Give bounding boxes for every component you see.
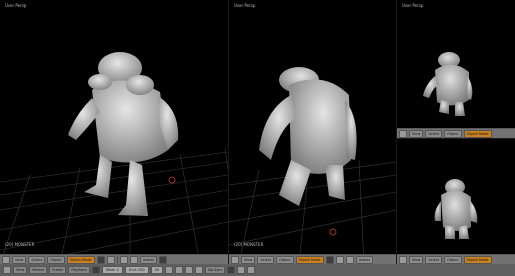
viewport-header: View Select Object Object Mode <box>397 128 515 138</box>
jump-end-icon[interactable] <box>195 266 204 274</box>
mode-selector[interactable]: Object Mode <box>66 255 95 264</box>
editor-type-icon[interactable] <box>399 255 407 264</box>
viewport-bottom-right[interactable]: View Select Object Object Mode <box>397 139 515 264</box>
viewport-top-right[interactable]: User Persp View Select Object Object Mod… <box>397 0 515 138</box>
object-menu[interactable]: Object <box>444 129 462 138</box>
mode-selector[interactable]: Object Mode <box>463 255 492 264</box>
editor-type-icon[interactable] <box>231 255 239 264</box>
keying-set-icon[interactable] <box>227 266 236 274</box>
play-icon[interactable] <box>185 266 194 274</box>
viewport-header: View Select Object Object Mode <box>397 254 515 264</box>
orientation-select[interactable]: Global <box>139 255 157 264</box>
editor-type-icon[interactable] <box>399 129 407 138</box>
active-object-label: (20) MONSTER <box>5 242 35 247</box>
mode-selector[interactable]: Object Mode <box>295 255 324 264</box>
viewport-header: View Select Object Object Mode Global <box>229 254 396 264</box>
layers-icon[interactable] <box>158 255 167 264</box>
frame-menu[interactable]: Frame <box>49 266 67 274</box>
select-menu[interactable]: Select <box>257 255 275 264</box>
manipulator-icon[interactable] <box>345 255 354 264</box>
pivot-icon[interactable] <box>106 255 115 264</box>
mode-selector[interactable]: Object Mode <box>463 129 492 138</box>
timeline-view-menu[interactable]: View <box>13 266 28 274</box>
viewport-left[interactable]: User Persp (20) MONSTER View Select Obje… <box>0 0 228 264</box>
jump-start-icon[interactable] <box>165 266 174 274</box>
3d-cursor-icon <box>329 228 337 236</box>
viewport-middle[interactable]: User Persp (20) MONSTER View Select Obje… <box>229 0 396 264</box>
3d-cursor-icon <box>168 176 176 184</box>
monster-model <box>434 179 478 239</box>
viewport-header: View Select Object Object Mode Global <box>0 254 228 264</box>
sync-select[interactable]: No Sync <box>205 266 226 274</box>
separator <box>116 256 118 263</box>
play-reverse-icon[interactable] <box>175 266 184 274</box>
shading-icon[interactable] <box>96 255 105 264</box>
view-menu[interactable]: View <box>409 129 424 138</box>
manipulator-icon[interactable] <box>119 255 128 264</box>
select-menu[interactable]: Select <box>425 129 443 138</box>
marker-menu[interactable]: Marker <box>29 266 48 274</box>
floor-grid <box>229 159 396 264</box>
orientation-select[interactable]: Global <box>355 255 373 264</box>
object-menu[interactable]: Object <box>276 255 294 264</box>
viewport-middle-scene <box>229 67 396 264</box>
object-menu[interactable]: Object <box>444 255 462 264</box>
monster-model <box>259 67 357 206</box>
viewport-top-right-scene <box>423 52 473 116</box>
record-icon[interactable] <box>91 266 100 274</box>
end-frame-field[interactable]: End: 250 <box>125 266 149 274</box>
object-menu[interactable]: Object <box>47 255 65 264</box>
viewport-title: User Persp <box>402 3 424 8</box>
playback-menu[interactable]: Playback <box>68 266 90 274</box>
shading-icon[interactable] <box>325 255 334 264</box>
key-delete-icon[interactable] <box>247 266 256 274</box>
select-menu[interactable]: Select <box>28 255 46 264</box>
viewport-left-scene <box>0 52 228 264</box>
view-menu[interactable]: View <box>241 255 256 264</box>
active-object-label: (20) MONSTER <box>234 242 264 247</box>
editor-type-icon[interactable] <box>2 255 10 264</box>
viewport-title: User Persp <box>234 3 256 8</box>
current-frame-field[interactable]: 20 <box>150 266 164 274</box>
translate-icon[interactable] <box>129 255 138 264</box>
timeline-header: View Marker Frame Playback Start: 1 End:… <box>0 264 515 276</box>
view-menu[interactable]: View <box>409 255 424 264</box>
viewport-title: User Persp <box>5 3 27 8</box>
view-menu[interactable]: View <box>12 255 27 264</box>
select-menu[interactable]: Select <box>425 255 443 264</box>
viewport-bottom-right-scene <box>434 179 478 239</box>
key-insert-icon[interactable] <box>237 266 246 274</box>
monster-model <box>423 52 473 116</box>
editor-type-icon[interactable] <box>3 266 11 274</box>
start-frame-field[interactable]: Start: 1 <box>101 266 124 274</box>
pivot-icon[interactable] <box>335 255 344 264</box>
